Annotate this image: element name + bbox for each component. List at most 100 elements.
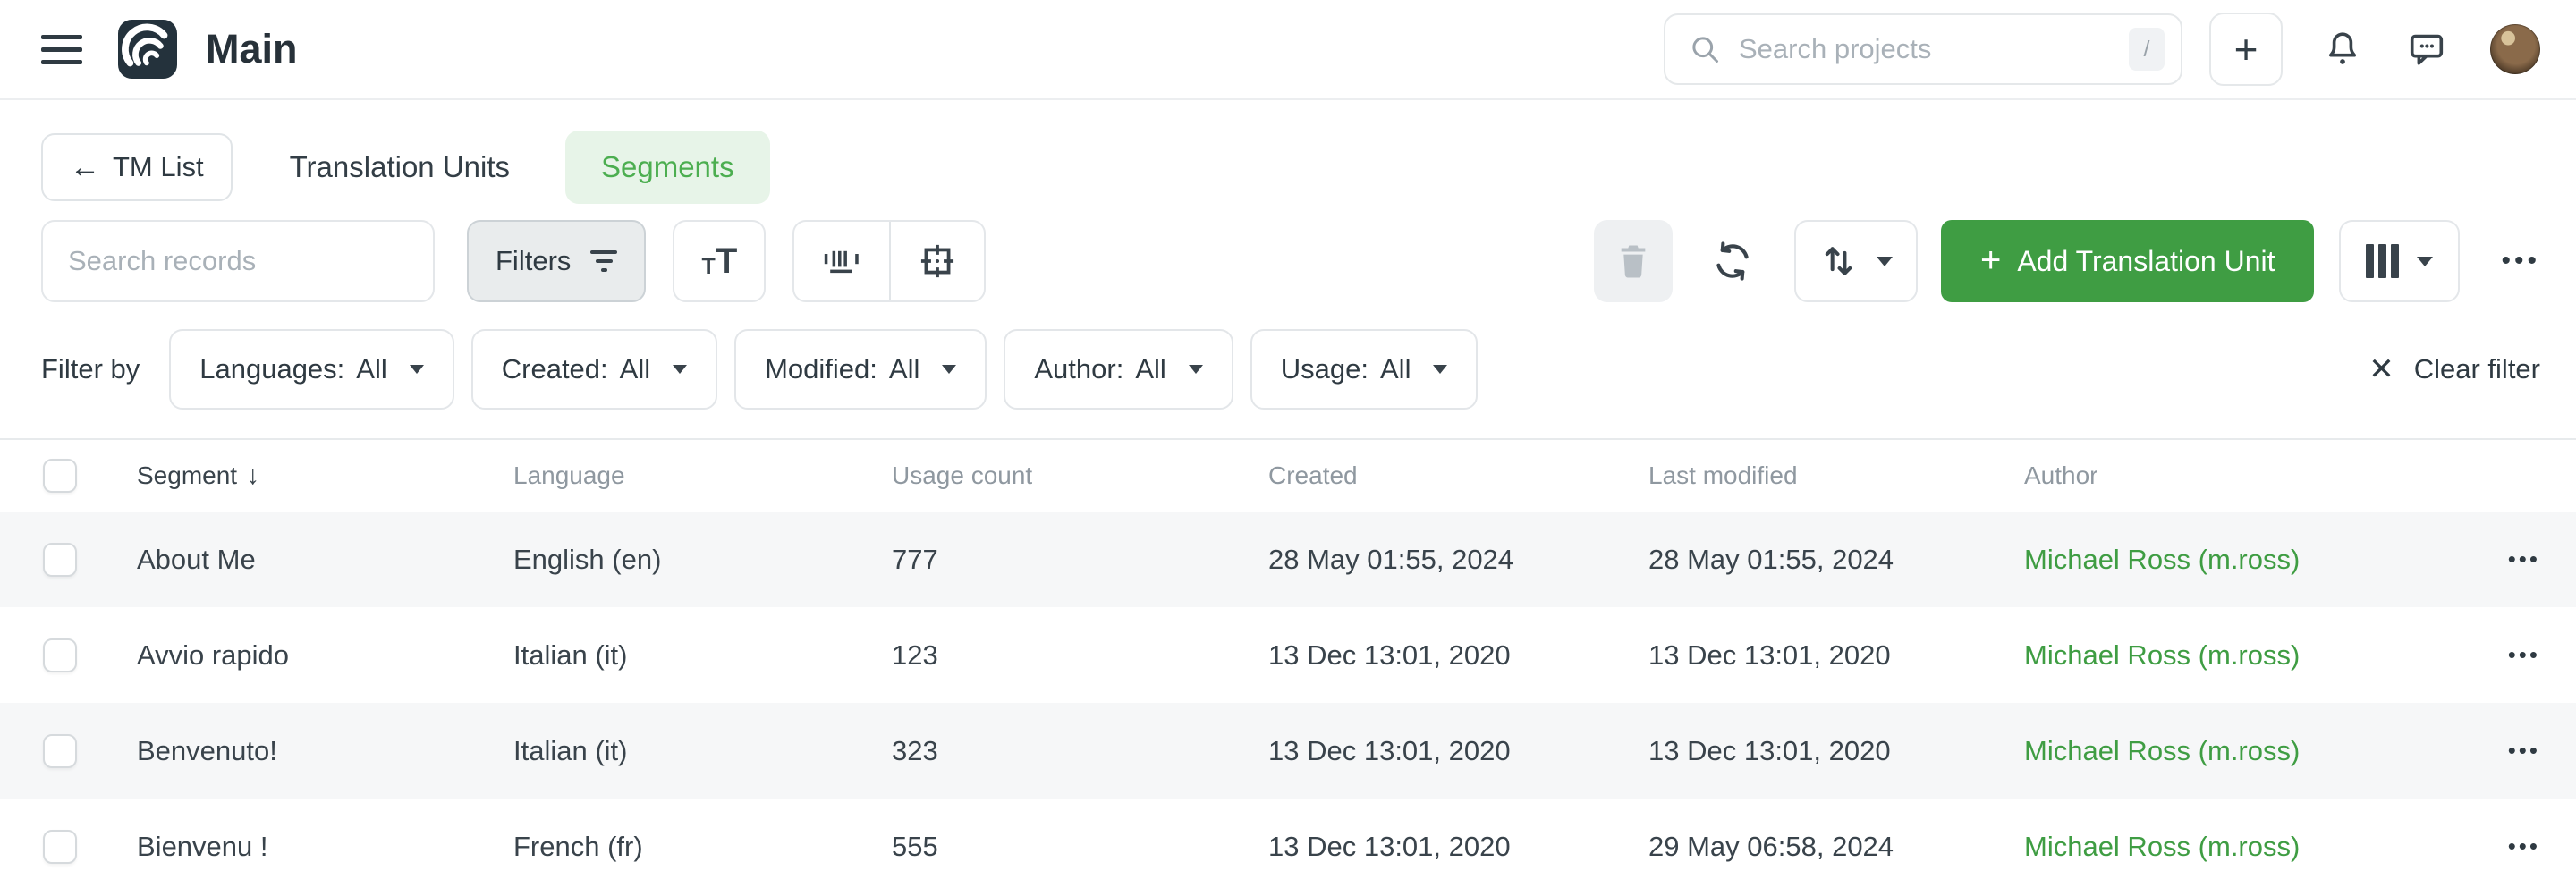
cell-created: 13 Dec 13:01, 2020 bbox=[1268, 831, 1648, 863]
feedback-chat-button[interactable] bbox=[2406, 29, 2447, 70]
back-arrow-icon: ← bbox=[70, 152, 100, 182]
row-more-options-button[interactable]: ••• bbox=[2508, 545, 2540, 573]
cell-created: 28 May 01:55, 2024 bbox=[1268, 544, 1648, 576]
back-to-tm-list-button[interactable]: ← TM List bbox=[41, 133, 233, 201]
add-translation-unit-button[interactable]: + Add Translation Unit bbox=[1941, 220, 2315, 302]
filter-by-label: Filter by bbox=[41, 353, 140, 385]
filters-button[interactable]: Filters bbox=[467, 220, 646, 302]
filter-value: All bbox=[356, 353, 386, 385]
column-header-author[interactable]: Author bbox=[2024, 461, 2460, 490]
notifications-button[interactable] bbox=[2322, 29, 2363, 70]
table-row[interactable]: About Me English (en) 777 28 May 01:55, … bbox=[0, 512, 2576, 607]
chevron-down-icon bbox=[2417, 257, 2433, 266]
row-checkbox[interactable] bbox=[43, 638, 77, 672]
cell-segment: About Me bbox=[137, 544, 513, 576]
search-shortcut-badge: / bbox=[2129, 28, 2165, 71]
sort-button[interactable] bbox=[1794, 220, 1918, 302]
filter-name: Created: bbox=[502, 353, 608, 385]
cell-segment: Benvenuto! bbox=[137, 735, 513, 767]
tab-segments[interactable]: Segments bbox=[565, 131, 770, 204]
search-records-box[interactable] bbox=[41, 220, 435, 302]
filter-modified-dropdown[interactable]: Modified: All bbox=[734, 329, 987, 410]
bell-icon bbox=[2322, 29, 2363, 70]
row-checkbox[interactable] bbox=[43, 830, 77, 864]
row-more-options-button[interactable]: ••• bbox=[2508, 641, 2540, 669]
filter-author-dropdown[interactable]: Author: All bbox=[1004, 329, 1233, 410]
refresh-icon bbox=[1710, 239, 1755, 283]
cell-author-link[interactable]: Michael Ross (m.ross) bbox=[2024, 831, 2460, 863]
cell-language: French (fr) bbox=[513, 831, 892, 863]
cell-author-link[interactable]: Michael Ross (m.ross) bbox=[2024, 544, 2460, 576]
create-new-button[interactable]: + bbox=[2209, 13, 2283, 86]
filters-button-label: Filters bbox=[496, 245, 571, 277]
app-window: Main / + bbox=[0, 0, 2576, 871]
row-checkbox[interactable] bbox=[43, 543, 77, 577]
filter-value: All bbox=[889, 353, 919, 385]
trash-icon bbox=[1615, 241, 1651, 281]
hamburger-menu-icon[interactable] bbox=[41, 35, 82, 64]
select-all-checkbox[interactable] bbox=[43, 459, 77, 493]
filter-value: All bbox=[1135, 353, 1165, 385]
close-icon: ✕ bbox=[2368, 354, 2394, 385]
search-projects-box[interactable]: / bbox=[1664, 13, 2182, 85]
table-row[interactable]: Bienvenu ! French (fr) 555 13 Dec 13:01,… bbox=[0, 799, 2576, 871]
filter-name: Usage: bbox=[1281, 353, 1368, 385]
plus-icon: + bbox=[1980, 242, 2001, 278]
column-header-segment[interactable]: Segment ↓ bbox=[137, 461, 513, 491]
cell-language: Italian (it) bbox=[513, 639, 892, 672]
chat-icon bbox=[2406, 29, 2447, 70]
search-records-input[interactable] bbox=[68, 245, 408, 277]
placeholder-frame-button[interactable] bbox=[889, 222, 984, 300]
filter-languages-dropdown[interactable]: Languages: All bbox=[169, 329, 454, 410]
search-projects-input[interactable] bbox=[1739, 33, 2129, 65]
filter-value: All bbox=[620, 353, 650, 385]
cell-segment: Bienvenu ! bbox=[137, 831, 513, 863]
tab-translation-units[interactable]: Translation Units bbox=[290, 150, 510, 184]
cell-last-modified: 29 May 06:58, 2024 bbox=[1648, 831, 2024, 863]
text-case-toggle-button[interactable]: TT bbox=[673, 220, 766, 302]
breadcrumb-nav: ← TM List Translation Units Segments bbox=[0, 100, 2576, 204]
columns-button[interactable] bbox=[2339, 220, 2460, 302]
delete-selected-button[interactable] bbox=[1594, 220, 1673, 302]
column-header-created[interactable]: Created bbox=[1268, 461, 1648, 490]
page-title: Main bbox=[206, 26, 298, 72]
row-more-options-button[interactable]: ••• bbox=[2508, 833, 2540, 860]
row-more-options-button[interactable]: ••• bbox=[2508, 737, 2540, 765]
column-header-last-modified[interactable]: Last modified bbox=[1648, 461, 2024, 490]
cell-author-link[interactable]: Michael Ross (m.ross) bbox=[2024, 639, 2460, 672]
user-avatar[interactable] bbox=[2490, 24, 2540, 74]
column-header-language[interactable]: Language bbox=[513, 461, 892, 490]
cell-last-modified: 28 May 01:55, 2024 bbox=[1648, 544, 2024, 576]
more-options-button[interactable]: ••• bbox=[2501, 246, 2540, 276]
refresh-button[interactable] bbox=[1710, 239, 1755, 283]
view-options-group bbox=[792, 220, 986, 302]
show-whitespace-button[interactable] bbox=[794, 222, 889, 300]
whitespace-icon bbox=[820, 243, 863, 279]
filter-created-dropdown[interactable]: Created: All bbox=[471, 329, 717, 410]
row-checkbox[interactable] bbox=[43, 734, 77, 768]
chevron-down-icon bbox=[1189, 365, 1203, 374]
filter-name: Modified: bbox=[765, 353, 877, 385]
chevron-down-icon bbox=[942, 365, 956, 374]
column-header-usage-count[interactable]: Usage count bbox=[892, 461, 1268, 490]
sort-desc-icon: ↓ bbox=[246, 461, 259, 491]
cell-usage-count: 323 bbox=[892, 735, 1268, 767]
frame-target-icon bbox=[918, 241, 957, 281]
filter-value: All bbox=[1380, 353, 1411, 385]
cell-author-link[interactable]: Michael Ross (m.ross) bbox=[2024, 735, 2460, 767]
topbar-actions: / + bbox=[1664, 13, 2540, 86]
add-translation-unit-label: Add Translation Unit bbox=[2017, 245, 2275, 278]
app-logo-icon[interactable] bbox=[118, 20, 177, 79]
filter-lines-icon bbox=[590, 250, 617, 272]
toolbar: Filters TT bbox=[0, 204, 2576, 302]
table-row[interactable]: Benvenuto! Italian (it) 323 13 Dec 13:01… bbox=[0, 703, 2576, 799]
chevron-down-icon bbox=[673, 365, 687, 374]
clear-filter-button[interactable]: ✕ Clear filter bbox=[2368, 353, 2540, 385]
filter-usage-dropdown[interactable]: Usage: All bbox=[1250, 329, 1479, 410]
cell-created: 13 Dec 13:01, 2020 bbox=[1268, 639, 1648, 672]
clear-filter-label: Clear filter bbox=[2414, 353, 2540, 385]
search-icon bbox=[1689, 33, 1721, 65]
table-row[interactable]: Avvio rapido Italian (it) 123 13 Dec 13:… bbox=[0, 607, 2576, 703]
table-body: About Me English (en) 777 28 May 01:55, … bbox=[0, 512, 2576, 871]
chevron-down-icon bbox=[410, 365, 424, 374]
